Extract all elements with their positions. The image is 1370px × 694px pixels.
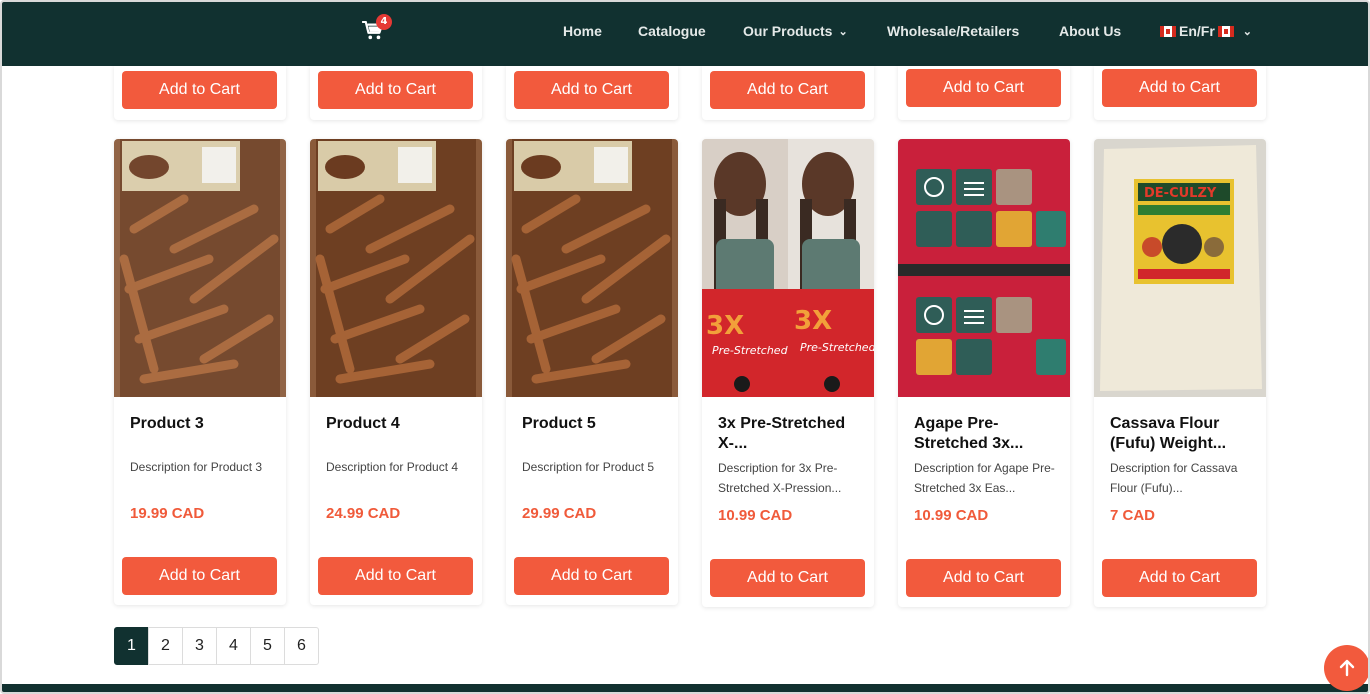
nav-home-link[interactable]: Home bbox=[563, 23, 602, 39]
add-to-cart-button[interactable]: Add to Cart bbox=[122, 557, 277, 595]
product-card-previous: Add to Cart bbox=[114, 66, 286, 120]
canada-flag-icon bbox=[1217, 26, 1234, 37]
add-to-cart-button[interactable]: Add to Cart bbox=[710, 71, 865, 109]
add-to-cart-button[interactable]: Add to Cart bbox=[1102, 69, 1257, 107]
nav-our-products-label: Our Products bbox=[743, 23, 833, 39]
product-title[interactable]: Product 4 bbox=[326, 414, 472, 434]
product-card: Product 3 Description for Product 3 19.9… bbox=[114, 139, 286, 605]
svg-text:3X: 3X bbox=[706, 311, 744, 341]
add-to-cart-button[interactable]: Add to Cart bbox=[318, 71, 473, 109]
page-4-button[interactable]: 4 bbox=[216, 627, 251, 665]
product-description: Description for Agape Pre-Stretched 3x E… bbox=[914, 461, 1055, 495]
arrow-up-icon bbox=[1339, 659, 1355, 677]
pagination: 1 2 3 4 5 6 bbox=[114, 627, 319, 665]
product-description: Description for Product 4 bbox=[326, 460, 459, 474]
product-description: Description for Cassava Flour (Fufu)... bbox=[1110, 461, 1238, 495]
add-to-cart-button[interactable]: Add to Cart bbox=[514, 557, 669, 595]
add-to-cart-button[interactable]: Add to Cart bbox=[710, 559, 865, 597]
page-6-button[interactable]: 6 bbox=[284, 627, 319, 665]
product-price: 10.99 CAD bbox=[718, 507, 793, 524]
product-card-previous: Add to Cart bbox=[310, 66, 482, 120]
product-image[interactable] bbox=[310, 139, 482, 397]
page-1-button[interactable]: 1 bbox=[114, 627, 149, 665]
add-to-cart-button[interactable]: Add to Cart bbox=[1102, 559, 1257, 597]
language-label: En/Fr bbox=[1179, 23, 1215, 39]
product-price: 29.99 CAD bbox=[522, 505, 597, 522]
nav-wholesale-link[interactable]: Wholesale/Retailers bbox=[887, 23, 1019, 39]
product-card: 3X 3X Pre-Stretched Pre-Stretched 3x Pre… bbox=[702, 139, 874, 607]
product-title[interactable]: Product 3 bbox=[130, 414, 276, 434]
product-card-previous: Add to Cart bbox=[1094, 66, 1266, 120]
product-title[interactable]: Cassava Flour (Fufu) Weight... bbox=[1110, 414, 1256, 454]
product-price: 7 CAD bbox=[1110, 507, 1156, 524]
svg-text:Pre-Stretched: Pre-Stretched bbox=[800, 341, 874, 354]
product-image[interactable] bbox=[114, 139, 286, 397]
product-price: 19.99 CAD bbox=[130, 505, 205, 522]
cart-count-badge: 4 bbox=[376, 14, 392, 30]
page-2-button[interactable]: 2 bbox=[148, 627, 183, 665]
add-to-cart-button[interactable]: Add to Cart bbox=[318, 557, 473, 595]
product-card-previous: Add to Cart bbox=[898, 66, 1070, 120]
product-image[interactable] bbox=[898, 139, 1070, 397]
add-to-cart-button[interactable]: Add to Cart bbox=[906, 69, 1061, 107]
product-card: Product 5 Description for Product 5 29.9… bbox=[506, 139, 678, 605]
product-title[interactable]: Agape Pre-Stretched 3x... bbox=[914, 414, 1060, 454]
chevron-down-icon: ⌄ bbox=[1242, 26, 1252, 38]
nav-catalogue-link[interactable]: Catalogue bbox=[638, 23, 706, 39]
product-title[interactable]: Product 5 bbox=[522, 414, 668, 434]
product-image[interactable]: 3X 3X Pre-Stretched Pre-Stretched bbox=[702, 139, 874, 397]
svg-text:3X: 3X bbox=[794, 306, 832, 336]
footer-bar bbox=[2, 684, 1368, 692]
chevron-down-icon: ⌄ bbox=[838, 26, 848, 38]
product-price: 24.99 CAD bbox=[326, 505, 401, 522]
language-switcher[interactable]: En/Fr ⌄ bbox=[1157, 23, 1252, 39]
product-card-previous: Add to Cart bbox=[506, 66, 678, 120]
product-card: Agape Pre-Stretched 3x... Description fo… bbox=[898, 139, 1070, 607]
cart-button[interactable]: 4 bbox=[362, 14, 392, 43]
product-card: Product 4 Description for Product 4 24.9… bbox=[310, 139, 482, 605]
product-description: Description for Product 5 bbox=[522, 460, 655, 474]
product-title[interactable]: 3x Pre-Stretched X-... bbox=[718, 414, 864, 454]
svg-text:Pre-Stretched: Pre-Stretched bbox=[712, 344, 789, 357]
browser-viewport: 4 Home Catalogue Our Products ⌄ Wholesale… bbox=[0, 0, 1370, 694]
product-description: Description for Product 3 bbox=[130, 460, 263, 474]
product-price: 10.99 CAD bbox=[914, 507, 989, 524]
page-5-button[interactable]: 5 bbox=[250, 627, 285, 665]
nav-about-link[interactable]: About Us bbox=[1059, 23, 1121, 39]
add-to-cart-button[interactable]: Add to Cart bbox=[906, 559, 1061, 597]
product-image[interactable]: DE-CULZY bbox=[1094, 139, 1266, 397]
add-to-cart-button[interactable]: Add to Cart bbox=[514, 71, 669, 109]
nav-our-products-dropdown[interactable]: Our Products ⌄ bbox=[743, 23, 848, 39]
page-3-button[interactable]: 3 bbox=[182, 627, 217, 665]
product-card: DE-CULZY Cassava Flour (Fufu) Weight... … bbox=[1094, 139, 1266, 607]
add-to-cart-button[interactable]: Add to Cart bbox=[122, 71, 277, 109]
top-navigation-bar: 4 Home Catalogue Our Products ⌄ Wholesale… bbox=[2, 2, 1368, 66]
product-description: Description for 3x Pre-Stretched X-Press… bbox=[718, 461, 842, 495]
canada-flag-icon bbox=[1160, 26, 1176, 37]
scroll-to-top-button[interactable] bbox=[1324, 645, 1368, 691]
product-image[interactable] bbox=[506, 139, 678, 397]
svg-text:DE-CULZY: DE-CULZY bbox=[1144, 186, 1217, 201]
product-card-previous: Add to Cart bbox=[702, 66, 874, 120]
